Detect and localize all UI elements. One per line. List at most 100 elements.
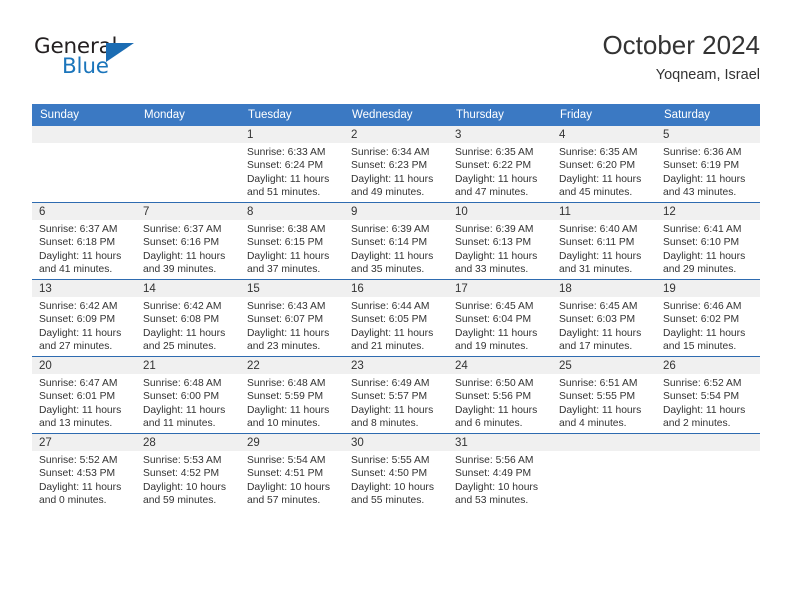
day-number: 4	[552, 126, 656, 143]
calendar-day-cell[interactable]: 17 Sunrise: 6:45 AM Sunset: 6:04 PM Dayligh…	[448, 279, 552, 357]
calendar-week-row: 27 Sunrise: 5:52 AM Sunset: 4:53 PM Dayligh…	[32, 433, 760, 510]
calendar-day-cell[interactable]: 5 Sunrise: 6:36 AM Sunset: 6:19 PM Daylight…	[656, 126, 760, 203]
calendar-day-cell[interactable]: 18 Sunrise: 6:45 AM Sunset: 6:03 PM Dayligh…	[552, 279, 656, 357]
sunset-time: Sunset: 5:56 PM	[455, 391, 532, 403]
day-cell-inner: 28 Sunrise: 5:53 AM Sunset: 4:52 PM Dayligh…	[136, 434, 240, 510]
calendar-day-cell[interactable]: 8 Sunrise: 6:38 AM Sunset: 6:15 PM Daylight…	[240, 202, 344, 280]
calendar-body: 1 Sunrise: 6:33 AM Sunset: 6:24 PM Daylight…	[32, 126, 760, 510]
day-number: 19	[656, 280, 760, 297]
sunrise-time: Sunrise: 5:52 AM	[39, 455, 118, 466]
day-cell-inner: 27 Sunrise: 5:52 AM Sunset: 4:53 PM Dayligh…	[32, 434, 136, 510]
logo-text-blue: Blue	[62, 54, 109, 79]
daylight-duration-line1: Daylight: 11 hours	[559, 173, 642, 185]
sunrise-time: Sunrise: 6:42 AM	[143, 301, 222, 312]
sunset-time: Sunset: 5:57 PM	[351, 391, 428, 403]
calendar-day-cell[interactable]: 6 Sunrise: 6:37 AM Sunset: 6:18 PM Daylight…	[32, 202, 136, 280]
day-number	[552, 434, 656, 451]
calendar-day-cell[interactable]: 23 Sunrise: 6:49 AM Sunset: 5:57 PM Dayligh…	[344, 356, 448, 434]
calendar-day-cell[interactable]: 14 Sunrise: 6:42 AM Sunset: 6:08 PM Dayligh…	[136, 279, 240, 357]
day-details: Sunrise: 6:37 AM Sunset: 6:16 PM Daylight:…	[136, 220, 240, 277]
day-cell-inner: 7 Sunrise: 6:37 AM Sunset: 6:16 PM Daylight…	[136, 203, 240, 279]
calendar-day-cell[interactable]: 15 Sunrise: 6:43 AM Sunset: 6:07 PM Dayligh…	[240, 279, 344, 357]
daylight-duration-line1: Daylight: 10 hours	[455, 481, 538, 493]
general-blue-logo: General Blue	[34, 34, 164, 86]
day-details: Sunrise: 5:56 AM Sunset: 4:49 PM Daylight:…	[448, 451, 552, 508]
calendar-day-cell[interactable]: 24 Sunrise: 6:50 AM Sunset: 5:56 PM Dayligh…	[448, 356, 552, 434]
day-cell-inner: 17 Sunrise: 6:45 AM Sunset: 6:04 PM Dayligh…	[448, 280, 552, 356]
day-cell-inner	[32, 126, 136, 202]
sunrise-time: Sunrise: 5:56 AM	[455, 455, 534, 466]
day-number: 24	[448, 357, 552, 374]
sunset-time: Sunset: 4:51 PM	[247, 468, 324, 480]
day-cell-inner: 2 Sunrise: 6:34 AM Sunset: 6:23 PM Daylight…	[344, 126, 448, 202]
calendar-day-cell[interactable]: 3 Sunrise: 6:35 AM Sunset: 6:22 PM Daylight…	[448, 126, 552, 203]
daylight-duration-line1: Daylight: 11 hours	[247, 404, 330, 416]
daylight-duration-line1: Daylight: 11 hours	[351, 173, 434, 185]
day-cell-inner: 13 Sunrise: 6:42 AM Sunset: 6:09 PM Dayligh…	[32, 280, 136, 356]
day-cell-inner: 9 Sunrise: 6:39 AM Sunset: 6:14 PM Daylight…	[344, 203, 448, 279]
daylight-duration-line2: and 8 minutes.	[351, 418, 419, 430]
sunset-time: Sunset: 6:04 PM	[455, 314, 532, 326]
calendar-day-cell[interactable]: 4 Sunrise: 6:35 AM Sunset: 6:20 PM Daylight…	[552, 126, 656, 203]
daylight-duration-line1: Daylight: 11 hours	[455, 327, 538, 339]
logo-triangle-icon	[106, 43, 134, 62]
day-details: Sunrise: 6:35 AM Sunset: 6:22 PM Daylight:…	[448, 143, 552, 200]
day-cell-inner: 19 Sunrise: 6:46 AM Sunset: 6:02 PM Dayligh…	[656, 280, 760, 356]
calendar-day-cell[interactable]: 1 Sunrise: 6:33 AM Sunset: 6:24 PM Daylight…	[240, 126, 344, 203]
day-cell-inner: 26 Sunrise: 6:52 AM Sunset: 5:54 PM Dayligh…	[656, 357, 760, 433]
calendar-day-cell[interactable]: 28 Sunrise: 5:53 AM Sunset: 4:52 PM Dayligh…	[136, 433, 240, 510]
calendar-day-cell[interactable]: 9 Sunrise: 6:39 AM Sunset: 6:14 PM Daylight…	[344, 202, 448, 280]
daylight-duration-line2: and 49 minutes.	[351, 187, 425, 199]
day-number: 13	[32, 280, 136, 297]
daylight-duration-line1: Daylight: 11 hours	[247, 327, 330, 339]
calendar-day-cell[interactable]: 11 Sunrise: 6:40 AM Sunset: 6:11 PM Dayligh…	[552, 202, 656, 280]
calendar-day-cell[interactable]: 7 Sunrise: 6:37 AM Sunset: 6:16 PM Daylight…	[136, 202, 240, 280]
day-cell-inner	[136, 126, 240, 202]
daylight-duration-line2: and 57 minutes.	[247, 495, 321, 507]
calendar-day-cell[interactable]: 31 Sunrise: 5:56 AM Sunset: 4:49 PM Dayligh…	[448, 433, 552, 510]
sunrise-time: Sunrise: 6:39 AM	[455, 224, 534, 235]
daylight-duration-line2: and 37 minutes.	[247, 264, 321, 276]
sunset-time: Sunset: 5:59 PM	[247, 391, 324, 403]
calendar-day-cell[interactable]: 25 Sunrise: 6:51 AM Sunset: 5:55 PM Dayligh…	[552, 356, 656, 434]
sunset-time: Sunset: 5:54 PM	[663, 391, 740, 403]
calendar-day-cell[interactable]: 29 Sunrise: 5:54 AM Sunset: 4:51 PM Dayligh…	[240, 433, 344, 510]
sunrise-time: Sunrise: 6:49 AM	[351, 378, 430, 389]
calendar-day-cell[interactable]: 2 Sunrise: 6:34 AM Sunset: 6:23 PM Daylight…	[344, 126, 448, 203]
daylight-duration-line1: Daylight: 11 hours	[39, 481, 122, 493]
day-number: 30	[344, 434, 448, 451]
calendar-day-cell[interactable]: 13 Sunrise: 6:42 AM Sunset: 6:09 PM Dayligh…	[32, 279, 136, 357]
calendar-day-cell[interactable]: 12 Sunrise: 6:41 AM Sunset: 6:10 PM Dayligh…	[656, 202, 760, 280]
calendar-day-cell[interactable]: 22 Sunrise: 6:48 AM Sunset: 5:59 PM Dayligh…	[240, 356, 344, 434]
calendar-day-cell[interactable]: 10 Sunrise: 6:39 AM Sunset: 6:13 PM Dayligh…	[448, 202, 552, 280]
sunset-time: Sunset: 6:00 PM	[143, 391, 220, 403]
daylight-duration-line1: Daylight: 11 hours	[39, 250, 122, 262]
sunrise-time: Sunrise: 6:35 AM	[559, 147, 638, 158]
day-number: 9	[344, 203, 448, 220]
day-details: Sunrise: 5:53 AM Sunset: 4:52 PM Daylight:…	[136, 451, 240, 508]
day-cell-inner: 8 Sunrise: 6:38 AM Sunset: 6:15 PM Daylight…	[240, 203, 344, 279]
daylight-duration-line1: Daylight: 11 hours	[351, 327, 434, 339]
sunrise-time: Sunrise: 6:48 AM	[143, 378, 222, 389]
daylight-duration-line2: and 0 minutes.	[39, 495, 107, 507]
sunset-time: Sunset: 6:09 PM	[39, 314, 116, 326]
day-cell-inner: 15 Sunrise: 6:43 AM Sunset: 6:07 PM Dayligh…	[240, 280, 344, 356]
daylight-duration-line1: Daylight: 11 hours	[351, 404, 434, 416]
day-cell-inner: 21 Sunrise: 6:48 AM Sunset: 6:00 PM Dayligh…	[136, 357, 240, 433]
calendar-day-cell[interactable]: 20 Sunrise: 6:47 AM Sunset: 6:01 PM Dayligh…	[32, 356, 136, 434]
daylight-duration-line1: Daylight: 11 hours	[143, 404, 226, 416]
sunrise-time: Sunrise: 5:54 AM	[247, 455, 326, 466]
day-cell-inner	[656, 434, 760, 510]
daylight-duration-line1: Daylight: 11 hours	[351, 250, 434, 262]
calendar-day-cell[interactable]: 19 Sunrise: 6:46 AM Sunset: 6:02 PM Dayligh…	[656, 279, 760, 357]
day-cell-inner: 14 Sunrise: 6:42 AM Sunset: 6:08 PM Dayligh…	[136, 280, 240, 356]
calendar-day-cell[interactable]: 27 Sunrise: 5:52 AM Sunset: 4:53 PM Dayligh…	[32, 433, 136, 510]
calendar-day-cell[interactable]: 30 Sunrise: 5:55 AM Sunset: 4:50 PM Dayligh…	[344, 433, 448, 510]
daylight-duration-line1: Daylight: 11 hours	[559, 250, 642, 262]
sunset-time: Sunset: 6:24 PM	[247, 160, 324, 172]
calendar-day-cell[interactable]: 16 Sunrise: 6:44 AM Sunset: 6:05 PM Dayligh…	[344, 279, 448, 357]
day-cell-inner: 6 Sunrise: 6:37 AM Sunset: 6:18 PM Daylight…	[32, 203, 136, 279]
sunrise-time: Sunrise: 6:40 AM	[559, 224, 638, 235]
calendar-day-cell[interactable]: 21 Sunrise: 6:48 AM Sunset: 6:00 PM Dayligh…	[136, 356, 240, 434]
calendar-day-cell[interactable]: 26 Sunrise: 6:52 AM Sunset: 5:54 PM Dayligh…	[656, 356, 760, 434]
